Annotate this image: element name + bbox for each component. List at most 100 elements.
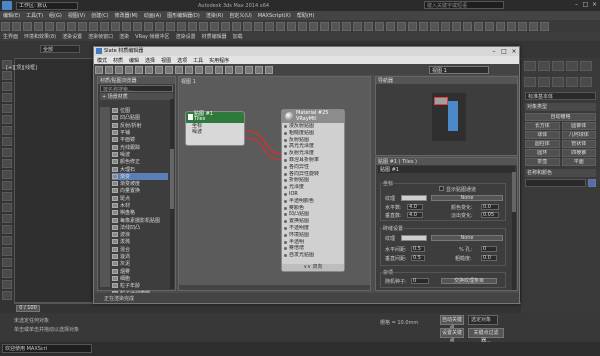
browser-item[interactable]: 漩涡 [112, 253, 168, 260]
material-slot[interactable]: 反射光泽度 [282, 150, 344, 157]
toolbar-tool-icon[interactable] [34, 21, 43, 31]
toolbar-tool-icon[interactable] [78, 21, 87, 31]
left-tool-icon[interactable] [2, 181, 12, 190]
slot-socket-icon[interactable] [284, 125, 287, 128]
cameras-icon[interactable] [566, 77, 578, 87]
browser-item[interactable]: 平铺 [112, 129, 168, 136]
display-tab-icon[interactable] [580, 61, 592, 71]
hierarchy-tab-icon[interactable] [552, 61, 564, 71]
slot-socket-icon[interactable] [284, 179, 287, 183]
toolbar-tool-icon[interactable] [441, 21, 450, 31]
left-tool-icon[interactable] [2, 159, 12, 168]
material-slot[interactable]: 折射贴图 [282, 177, 344, 184]
grout-texture-swatch[interactable] [401, 235, 427, 241]
left-tool-icon[interactable] [2, 71, 12, 80]
coords-texture-swatch[interactable] [401, 195, 427, 201]
material-slot[interactable]: 各向异性旋转 [282, 171, 344, 178]
slate-menu-item[interactable]: 实用程序 [206, 57, 232, 64]
slate-tool-icon[interactable] [115, 65, 123, 74]
navigator-preview[interactable] [432, 93, 466, 141]
toolbar-tool-icon[interactable] [507, 21, 516, 31]
toolbar-tool-icon[interactable] [474, 21, 483, 31]
lights-icon[interactable] [552, 77, 564, 87]
toolbar2-item[interactable]: 环境和效果(8) [21, 33, 59, 40]
browser-search-input[interactable]: 按名称搜索... [100, 85, 173, 92]
browser-item[interactable]: 渐变 [112, 172, 168, 180]
toolbar2-item[interactable]: 渲染设置 [173, 33, 199, 40]
key-selection-combo[interactable]: 选定对象 [468, 315, 498, 325]
vraymtl-node[interactable]: Material #25 VRayMtl 漫反射贴图 粗糙度贴图 反射贴图 高光光泽度… [281, 109, 345, 272]
holes-field[interactable]: 0 [481, 246, 497, 252]
material-slot[interactable]: 菲涅耳折射率 [282, 157, 344, 164]
create-object-button[interactable]: 球体 [525, 131, 560, 139]
create-object-button[interactable]: 圆环 [525, 149, 560, 157]
left-tool-icon[interactable] [2, 291, 12, 300]
slot-socket-icon[interactable] [284, 226, 287, 230]
menu-item[interactable]: 工具(T) [23, 12, 46, 19]
auto-key-button[interactable]: 自动关键点 [440, 315, 464, 331]
material-slot[interactable]: IOR [282, 191, 344, 198]
toolbar-tool-icon[interactable] [23, 21, 32, 31]
toolbar-tool-icon[interactable] [1, 21, 10, 31]
create-object-button[interactable]: 四棱锥 [561, 149, 596, 157]
toolbar-tool-icon[interactable] [353, 21, 362, 31]
left-tool-icon[interactable] [2, 104, 12, 113]
slot-socket-icon[interactable] [284, 247, 287, 251]
browser-item[interactable]: 波浪 [112, 231, 168, 238]
params-scroll-thumb[interactable] [512, 172, 516, 212]
slate-tool-icon[interactable] [185, 65, 193, 74]
menu-item[interactable]: 动画(A) [141, 12, 164, 19]
material-slot[interactable]: 粗糙度贴图 [282, 130, 344, 137]
browser-item[interactable]: 粒子年龄 [112, 282, 168, 289]
toolbar-tool-icon[interactable] [144, 21, 153, 31]
toolbar2-item[interactable]: VRay 帧缓冲区 [132, 33, 172, 40]
left-tool-icon[interactable] [2, 115, 12, 124]
left-tool-icon[interactable] [2, 280, 12, 289]
menu-item[interactable]: 渲染(R) [203, 12, 226, 19]
material-slot[interactable]: 凹凸贴图 [282, 211, 344, 218]
toolbar-tool-icon[interactable] [12, 21, 21, 31]
slot-socket-icon[interactable] [284, 192, 287, 196]
name-color-rollout[interactable]: 名称和颜色 [525, 169, 596, 177]
create-object-button[interactable]: 几何球体 [561, 131, 596, 139]
left-tool-icon[interactable] [2, 236, 12, 245]
material-slot[interactable]: 反射贴图 [282, 137, 344, 144]
toolbar-tool-icon[interactable] [408, 21, 417, 31]
object-color-swatch[interactable] [588, 179, 596, 187]
create-object-button[interactable]: 圆柱体 [525, 140, 560, 148]
browser-item[interactable]: 细胞 [112, 275, 168, 282]
create-object-button[interactable]: 圆锥体 [561, 122, 596, 130]
browser-item[interactable]: 斑点 [112, 195, 168, 202]
toolbar-tool-icon[interactable] [287, 21, 296, 31]
browser-item[interactable]: 平面镜 [112, 136, 168, 143]
slate-menu-item[interactable]: 选项 [174, 57, 190, 64]
material-slot[interactable]: 高光光泽度 [282, 143, 344, 150]
browser-item[interactable]: 灰泥 [112, 260, 168, 267]
left-tool-icon[interactable] [2, 258, 12, 267]
coords-texture-button[interactable]: None [431, 195, 503, 201]
slate-maximize-icon[interactable]: □ [499, 47, 509, 56]
h-count-field[interactable]: 4.0 [407, 204, 423, 210]
params-node-name[interactable]: 贴图 #1 [378, 166, 515, 173]
browser-item[interactable]: 颜色修正 [112, 158, 168, 165]
object-category-combo[interactable]: 标准基本体 [525, 92, 596, 100]
toolbar2-item[interactable]: 生界面 [0, 33, 21, 40]
create-object-button[interactable]: 茶壶 [525, 158, 560, 166]
slate-tool-icon[interactable] [95, 65, 103, 74]
slot-socket-icon[interactable] [284, 240, 287, 244]
left-tool-icon[interactable] [2, 137, 12, 146]
key-filters-button[interactable]: 关键点过滤器... [468, 328, 504, 344]
minimize-icon[interactable]: – [572, 1, 581, 9]
toolbar-tool-icon[interactable] [375, 21, 384, 31]
v-count-field[interactable]: 4.0 [407, 212, 423, 218]
toolbar-tool-icon[interactable] [529, 21, 538, 31]
browser-item[interactable]: 法线凹凸 [112, 224, 168, 231]
slate-tool-icon[interactable] [235, 65, 243, 74]
left-tool-icon[interactable] [2, 269, 12, 278]
map-node-slot[interactable]: 噪波 [186, 129, 244, 135]
toolbar-tool-icon[interactable] [232, 21, 241, 31]
browser-item[interactable]: 光线跟踪 [112, 143, 168, 151]
toolbar-tool-icon[interactable] [298, 21, 307, 31]
slate-tool-icon[interactable] [155, 65, 163, 74]
seed-field[interactable]: 0 [411, 278, 429, 284]
